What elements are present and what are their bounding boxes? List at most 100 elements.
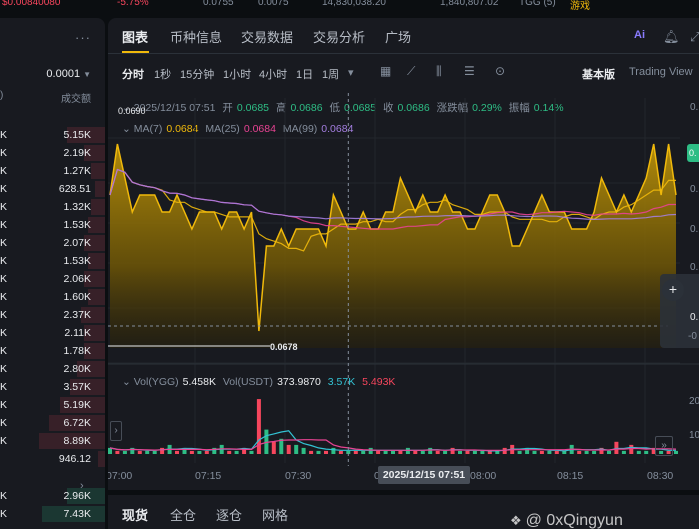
sell-order-row[interactable]: K 2.11K [0, 324, 105, 342]
order-turnover: 5.15K [63, 129, 91, 141]
volume-bar [353, 450, 358, 454]
more-menu-icon[interactable]: ··· [75, 30, 91, 45]
vol-ygg-value: 5.458K [182, 376, 216, 388]
time-tick: 07:00 [108, 470, 133, 482]
tab-grid[interactable]: 网格 [262, 505, 288, 524]
collapse-caret-icon[interactable]: ⌄ [122, 376, 131, 388]
volume-bar [227, 450, 232, 454]
watermark-text: @ 0xQingyun [525, 512, 623, 529]
last-price-badge: 0. [687, 144, 699, 162]
sell-order-row[interactable]: K 1.60K [0, 288, 105, 306]
sell-order-row[interactable]: K 3.57K [0, 378, 105, 396]
sell-order-row[interactable]: K 2.06K [0, 270, 105, 288]
order-amount: K [0, 490, 8, 502]
order-turnover: 2.11K [64, 327, 91, 339]
order-amount: K [0, 435, 8, 447]
sell-order-row[interactable]: K 5.15K [0, 126, 105, 144]
vol-axis-tick: 10 [689, 430, 699, 441]
volume-legend: ⌄ Vol(YGG) 5.458K Vol(USDT) 373.9870 3.57K… [122, 376, 399, 388]
scroll-to-latest-button[interactable]: » [655, 436, 673, 456]
volume-bar [234, 450, 239, 454]
max-price-label: 0.0690 [118, 106, 146, 116]
sell-order-row[interactable]: K 2.07K [0, 234, 105, 252]
volume-bar [413, 450, 418, 454]
sell-order-row[interactable]: K 628.51 [0, 180, 105, 198]
order-amount: K [0, 183, 8, 195]
vol-ma-a: 3.57K [327, 376, 356, 388]
ticker-strip: $0.00840080 -5.75% 0.0755 0.0075 14,830,… [0, 0, 699, 12]
ticker-volume: 14,830,038.20 [322, 0, 386, 8]
sell-order-row[interactable]: 946.12 [0, 450, 105, 468]
sell-order-row[interactable]: K 1.32K [0, 198, 105, 216]
order-amount: K [0, 345, 8, 357]
sell-order-row[interactable]: K 8.89K [0, 432, 105, 450]
volume-bar [204, 450, 209, 454]
order-amount: K [0, 291, 8, 303]
volume-bar [115, 450, 120, 454]
tab-cross-margin[interactable]: 全仓 [170, 505, 196, 524]
last-price-value: 0. [689, 148, 697, 158]
order-turnover: 2.07K [63, 237, 91, 249]
order-turnover: 6.72K [63, 417, 91, 429]
sell-order-row[interactable]: K 2.80K [0, 360, 105, 378]
sell-order-row[interactable]: K 1.78K [0, 342, 105, 360]
volume-bar [480, 450, 485, 454]
order-amount: K [0, 201, 8, 213]
scroll-left-button[interactable]: › [110, 421, 122, 441]
order-turnover: 8.89K [63, 435, 91, 447]
volume-bar [324, 450, 328, 454]
sell-order-row[interactable]: K 1.53K [0, 252, 105, 270]
ticker-turnover: 1,840,807.02 [440, 0, 499, 8]
depth-bar [94, 181, 105, 197]
order-amount: K [0, 237, 8, 249]
vol-usdt-value: 373.9870 [277, 376, 321, 388]
buy-order-row[interactable]: K 2.96K [0, 487, 105, 505]
order-turnover: 2.80K [63, 363, 91, 375]
order-turnover: 5.19K [63, 399, 91, 411]
ticker-low: 0.0075 [258, 0, 289, 8]
order-turnover: 628.51 [58, 183, 91, 195]
volume-bar [398, 450, 403, 454]
volume-bar [338, 450, 343, 454]
order-amount: K [0, 417, 8, 429]
ticker-high: 0.0755 [203, 0, 234, 8]
sell-order-row[interactable]: K 2.19K [0, 144, 105, 162]
sell-order-row[interactable]: K 2.37K [0, 306, 105, 324]
price-chart[interactable] [108, 18, 699, 472]
tab-spot[interactable]: 现货 [122, 505, 148, 524]
volume-bar [428, 447, 433, 454]
volume-bar [137, 450, 142, 454]
order-amount: K [0, 165, 8, 177]
order-amount: K [0, 508, 8, 520]
add-order-button[interactable]: + [662, 279, 684, 301]
order-turnover: 946.12 [58, 453, 91, 465]
ticker-price: $0.00840080 [2, 0, 61, 8]
order-turnover: 1.27K [63, 165, 91, 177]
vol-ygg-label: Vol(YGG) [133, 376, 179, 388]
volume-bar [108, 447, 112, 454]
volume-bar [405, 447, 410, 454]
ticker-category[interactable]: 游戏 [570, 0, 590, 12]
volume-bar [301, 447, 306, 454]
chart-panel: 图表 币种信息 交易数据 交易分析 广场 Ai 🔔︎ ⤢ 分时 1秒 15分钟 … [108, 18, 699, 490]
volume-bar [122, 450, 127, 454]
depth-bar [98, 451, 105, 467]
min-price-label: 0.0678 [270, 342, 298, 352]
volume-bar [309, 450, 314, 454]
chevron-down-icon: ▼ [83, 70, 91, 79]
axis-tick: 0. [690, 224, 699, 235]
time-tick: 07:15 [195, 470, 222, 482]
volume-bar [383, 450, 388, 454]
sell-order-row[interactable]: K 5.19K [0, 396, 105, 414]
sell-order-row[interactable]: K 6.72K [0, 414, 105, 432]
volume-bar [391, 450, 395, 454]
volume-bar [197, 450, 202, 454]
sell-order-row[interactable]: K 1.53K [0, 216, 105, 234]
ticker-tag[interactable]: TGG (5) [519, 0, 556, 8]
buy-order-row[interactable]: K 7.43K [0, 505, 105, 523]
order-turnover: 1.32K [63, 201, 91, 213]
tab-isolated-margin[interactable]: 逐仓 [216, 505, 242, 524]
precision-select[interactable]: 0.0001 ▼ [46, 68, 91, 80]
order-book-panel: ··· 0.0001 ▼ ) 成交额 K 5.15K K 2.19K K 1.27K K 628… [0, 18, 105, 529]
sell-order-row[interactable]: K 1.27K [0, 162, 105, 180]
